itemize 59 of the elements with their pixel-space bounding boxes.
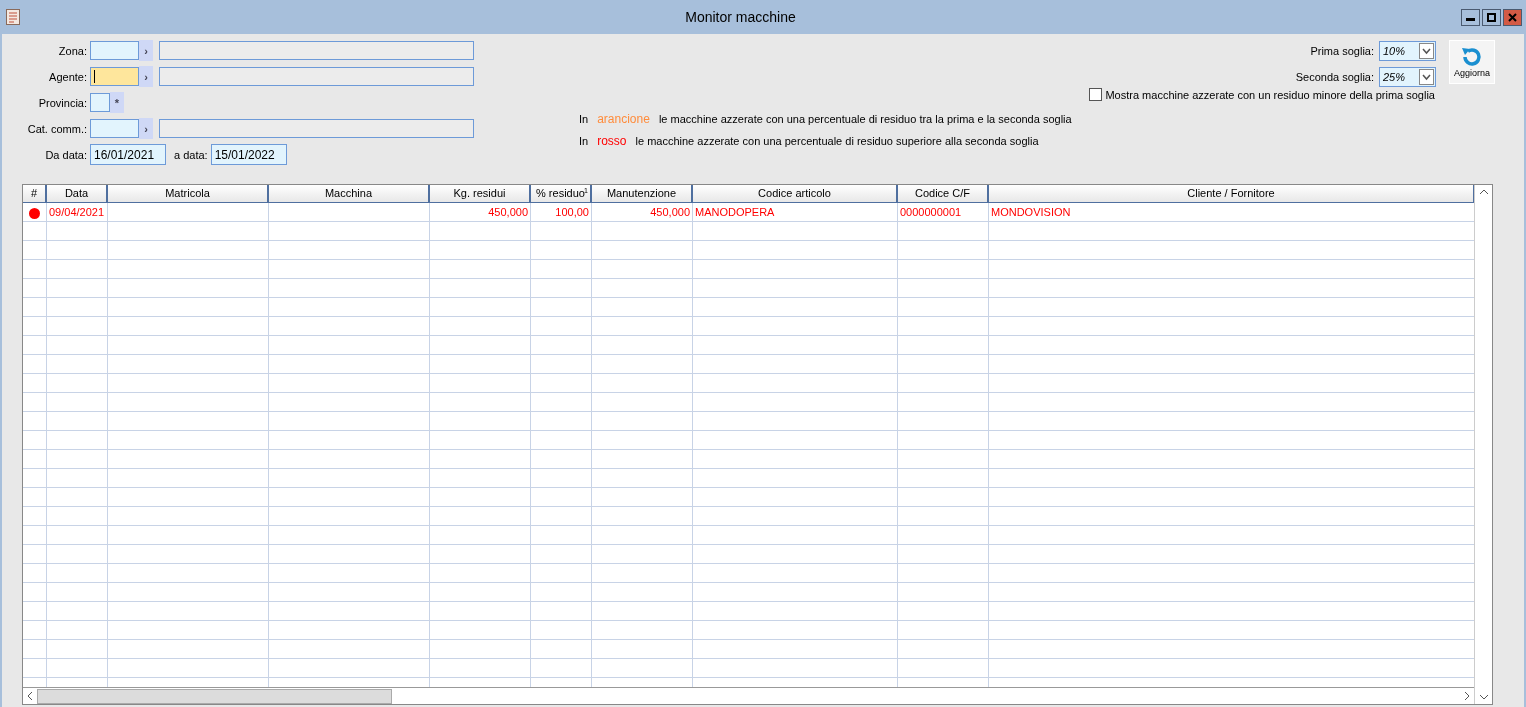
- column-header[interactable]: Codice articolo: [693, 185, 898, 203]
- column-header[interactable]: Macchina: [269, 185, 430, 203]
- close-button[interactable]: [1503, 8, 1522, 26]
- field-label: Provincia:: [37, 96, 88, 109]
- document-icon: [6, 9, 20, 25]
- scrollbar-thumb[interactable]: [37, 688, 392, 704]
- lookup-button[interactable]: *: [110, 92, 124, 113]
- description-field[interactable]: [159, 67, 474, 86]
- field-label: Cat. comm.:: [26, 122, 88, 135]
- legend-color-word: rosso: [597, 135, 627, 147]
- checkbox-label: Mostra macchine azzerate con un residuo minore della prima soglia: [1105, 88, 1435, 101]
- field-label: Prima soglia:: [1310, 45, 1374, 57]
- column-header[interactable]: Matricola: [108, 185, 269, 203]
- close-icon: [1508, 12, 1517, 22]
- legend-text: le macchine azzerate con una percentuale di residuo tra la prima e la seconda soglia: [658, 113, 1072, 125]
- table-cell: 450,000: [430, 203, 531, 222]
- legend-text: In: [579, 135, 589, 147]
- column-header[interactable]: Codice C/F: [898, 185, 989, 203]
- table-cell: MONDOVISION: [989, 203, 1474, 222]
- date-field[interactable]: 16/01/2021: [90, 144, 166, 165]
- checkbox[interactable]: [1089, 88, 1103, 101]
- table-cell: 09/04/2021: [47, 203, 108, 222]
- lookup-button[interactable]: ›: [139, 40, 153, 61]
- minimize-button[interactable]: [1461, 8, 1480, 26]
- code-field[interactable]: [90, 119, 139, 138]
- refresh-button[interactable]: Aggiorna: [1449, 40, 1495, 84]
- description-field[interactable]: [159, 119, 474, 138]
- field-label: Agente:: [48, 70, 88, 83]
- horizontal-scrollbar[interactable]: [23, 687, 1474, 704]
- window-title: Monitor macchine: [684, 9, 797, 25]
- maximize-icon: [1487, 12, 1496, 22]
- code-field[interactable]: [90, 67, 139, 86]
- field-label: Zona:: [57, 44, 88, 57]
- column-header[interactable]: Data: [47, 185, 108, 203]
- minimize-icon: [1466, 17, 1475, 21]
- table-cell: 0000000001: [898, 203, 989, 222]
- maximize-button[interactable]: [1482, 8, 1501, 26]
- description-field[interactable]: [159, 41, 474, 60]
- table-cell: MANODOPERA: [693, 203, 898, 222]
- legend-text: In: [579, 113, 589, 125]
- table-cell: 100,00: [531, 203, 592, 222]
- threshold-dropdown[interactable]: 10%: [1379, 41, 1436, 61]
- refresh-icon: [1460, 46, 1484, 68]
- table-cell: 450,000: [592, 203, 693, 222]
- legend-color-word: arancione: [597, 113, 650, 125]
- field-label: a data:: [173, 148, 209, 161]
- column-header[interactable]: Manutenzione: [592, 185, 693, 203]
- code-field[interactable]: [90, 93, 110, 112]
- code-field[interactable]: [90, 41, 139, 60]
- date-field[interactable]: 15/01/2022: [210, 144, 287, 165]
- column-header[interactable]: % residuo$^{1}$: [531, 185, 592, 203]
- threshold-dropdown[interactable]: 25%: [1379, 67, 1436, 87]
- column-header[interactable]: Kg. residui: [430, 185, 531, 203]
- field-label: Da data:: [44, 148, 88, 161]
- legend-text: le macchine azzerate con una percentuale di residuo superiore alla seconda soglia: [635, 135, 1039, 147]
- lookup-button[interactable]: ›: [139, 118, 153, 139]
- column-header[interactable]: #: [23, 185, 47, 203]
- field-label: Seconda soglia:: [1295, 71, 1374, 83]
- lookup-button[interactable]: ›: [139, 66, 153, 87]
